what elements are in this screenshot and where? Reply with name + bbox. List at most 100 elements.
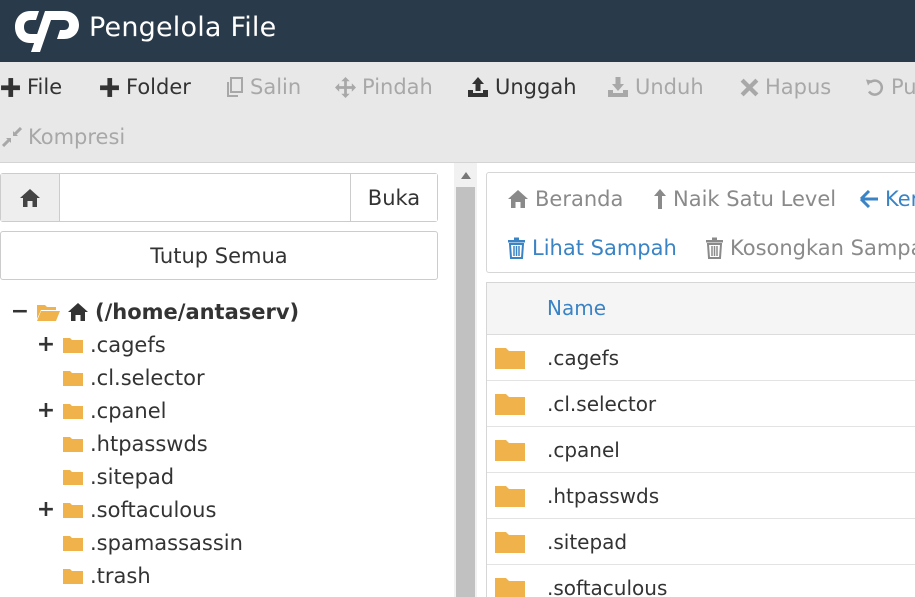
path-input[interactable]	[60, 174, 350, 221]
tree-item[interactable]: + .cpanel	[37, 394, 167, 427]
file-name: .cpanel	[547, 437, 620, 462]
folder-icon	[495, 394, 525, 415]
folder-open-icon	[37, 304, 60, 321]
folder-icon	[63, 535, 83, 551]
compress-label: Kompresi	[28, 125, 126, 149]
folder-icon	[495, 440, 525, 461]
upload-button[interactable]: Unggah	[467, 75, 577, 99]
upload-label: Unggah	[495, 75, 577, 99]
tree-scrollbar[interactable]	[454, 163, 477, 597]
copy-button[interactable]: Salin	[226, 75, 301, 99]
home-icon	[68, 302, 88, 321]
new-file-label: File	[27, 75, 63, 99]
move-icon	[335, 76, 356, 98]
collapse-all-button[interactable]: Tutup Semua	[0, 231, 438, 280]
tree-item[interactable]: .cl.selector	[38, 361, 205, 394]
home-label: Beranda	[535, 187, 624, 211]
upload-icon	[468, 77, 488, 97]
arrow-left-icon	[860, 190, 878, 208]
tree-item-label: .spamassassin	[90, 530, 243, 555]
restore-label: Pu	[891, 75, 915, 99]
toolbar: File Folder Salin Pindah Unggah Unduh Ha…	[0, 62, 915, 163]
download-label: Unduh	[635, 75, 704, 99]
tree-item[interactable]: .spamassassin	[38, 526, 243, 559]
path-bar: Buka	[0, 173, 438, 222]
expand-toggle-icon[interactable]: +	[37, 398, 55, 423]
tree-item[interactable]: .sitepad	[38, 460, 174, 493]
scroll-thumb[interactable]	[456, 187, 475, 597]
app-header: Pengelola File	[0, 0, 915, 62]
plus-icon	[1, 77, 20, 97]
move-label: Pindah	[362, 75, 433, 99]
file-name: .htpasswds	[547, 483, 660, 508]
folder-icon	[63, 403, 83, 419]
download-icon	[608, 77, 628, 97]
table-row[interactable]: .sitepad	[487, 519, 915, 565]
new-file-button[interactable]: File	[0, 75, 62, 99]
restore-icon	[866, 78, 884, 96]
view-trash-button[interactable]: Lihat Sampah	[507, 236, 677, 260]
file-name: .cagefs	[547, 345, 620, 370]
app-title: Pengelola File	[89, 12, 277, 43]
table-row[interactable]: .softaculous	[487, 565, 915, 597]
back-button[interactable]: Ker	[860, 187, 915, 211]
table-row[interactable]: .htpasswds	[487, 473, 915, 519]
home-path-button[interactable]	[1, 174, 60, 221]
folder-icon	[63, 568, 83, 584]
home-button[interactable]: Beranda	[507, 187, 623, 211]
cpanel-logo-icon[interactable]	[12, 5, 84, 53]
folder-icon	[63, 469, 83, 485]
tree-item[interactable]: + .softaculous	[37, 493, 217, 526]
new-folder-label: Folder	[126, 75, 191, 99]
expand-toggle-icon[interactable]: +	[37, 497, 55, 522]
empty-trash-button[interactable]: Kosongkan Sampah	[705, 236, 915, 260]
plus-icon	[100, 77, 119, 97]
scroll-up-arrow-icon[interactable]	[454, 163, 477, 187]
file-name: .sitepad	[547, 529, 628, 554]
folder-icon	[63, 436, 83, 452]
trash-icon	[508, 237, 525, 259]
delete-button[interactable]: Hapus	[740, 75, 831, 99]
tree-item[interactable]: .trash	[38, 559, 151, 592]
folder-icon	[63, 370, 83, 386]
tree-root-label: (/home/antaserv)	[95, 299, 300, 324]
tree-root[interactable]: − (/home/antaserv)	[11, 295, 300, 328]
table-row[interactable]: .cpanel	[487, 427, 915, 473]
table-row[interactable]: .cl.selector	[487, 381, 915, 427]
compress-button[interactable]: Kompresi	[2, 125, 125, 149]
folder-icon	[63, 337, 83, 353]
expand-toggle-icon[interactable]: +	[37, 332, 55, 357]
column-header-name[interactable]: Name	[547, 296, 606, 320]
back-label: Ker	[885, 187, 915, 211]
tree-item-label: .softaculous	[90, 497, 217, 522]
level-up-icon	[654, 189, 666, 209]
tree-item-label: .cagefs	[90, 332, 166, 357]
close-icon	[740, 78, 759, 96]
table-header: Name	[487, 283, 915, 335]
delete-label: Hapus	[765, 75, 832, 99]
copy-label: Salin	[250, 75, 302, 99]
tree-item-label: .trash	[90, 563, 151, 588]
folder-icon	[495, 532, 525, 553]
new-folder-button[interactable]: Folder	[99, 75, 191, 99]
file-name: .cl.selector	[547, 391, 657, 416]
go-button[interactable]: Buka	[350, 174, 437, 221]
up-one-level-label: Naik Satu Level	[673, 187, 837, 211]
up-one-level-button[interactable]: Naik Satu Level	[653, 187, 836, 211]
compress-icon	[2, 127, 22, 147]
move-button[interactable]: Pindah	[335, 75, 433, 99]
download-button[interactable]: Unduh	[607, 75, 704, 99]
tree-item-label: .sitepad	[90, 464, 175, 489]
restore-button[interactable]: Pu	[865, 75, 915, 99]
tree-item-label: .cpanel	[90, 398, 167, 423]
table-row[interactable]: .cagefs	[487, 335, 915, 381]
file-table: Name .cagefs .cl.selector .cpanel .htpas…	[486, 282, 915, 597]
trash-icon	[706, 237, 723, 259]
tree-item[interactable]: + .cagefs	[37, 328, 166, 361]
collapse-toggle-icon[interactable]: −	[11, 299, 29, 324]
view-trash-label: Lihat Sampah	[532, 236, 677, 260]
tree-item-label: .htpasswds	[90, 431, 208, 456]
tree-item[interactable]: .htpasswds	[38, 427, 208, 460]
copy-icon	[227, 76, 243, 97]
navigation-bar: Beranda Naik Satu Level Ker Lihat Sampah…	[486, 172, 915, 273]
